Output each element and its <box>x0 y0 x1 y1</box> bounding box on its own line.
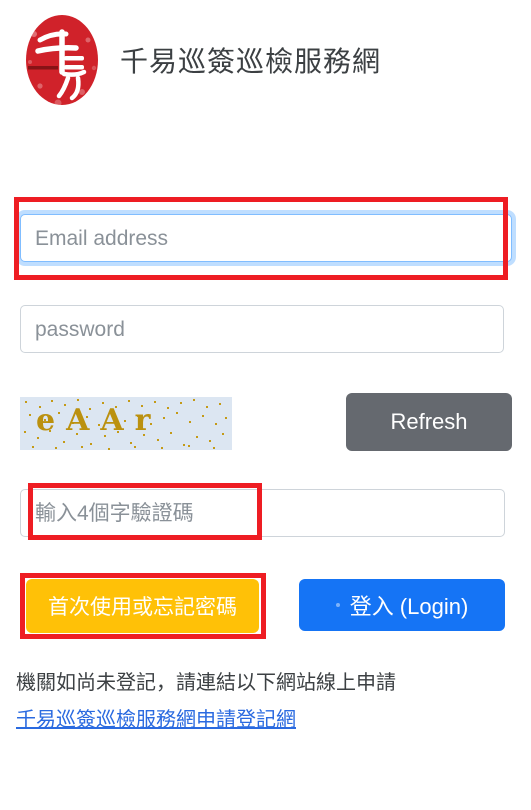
email-field[interactable]: Email address <box>20 214 512 262</box>
captcha-image[interactable]: eAAr <box>20 397 232 450</box>
captcha-row: eAAr Refresh <box>20 393 512 453</box>
captcha-input[interactable]: 輸入4個字驗證碼 <box>20 489 505 537</box>
password-field[interactable]: password <box>20 305 504 353</box>
login-bullet-icon <box>335 603 340 607</box>
login-button-label: 登入 (Login) <box>349 594 469 619</box>
login-page: 千易巡簽巡檢服務網 Email address password eAAr Re… <box>0 0 531 810</box>
registration-link[interactable]: 千易巡簽巡檢服務網申請登記網 <box>16 703 296 732</box>
registration-note: 機關如尚未登記，請連結以下網站線上申請 <box>16 672 396 694</box>
refresh-captcha-button[interactable]: Refresh <box>346 393 512 451</box>
seal-stamp-logo-icon <box>12 5 112 115</box>
forgot-password-button[interactable]: 首次使用或忘記密碼 <box>26 579 259 633</box>
password-field-placeholder: password <box>35 317 125 341</box>
page-title: 千易巡簽巡檢服務網 <box>120 46 382 77</box>
page-header: 千易巡簽巡檢服務網 <box>0 0 531 120</box>
captcha-input-placeholder: 輸入4個字驗證碼 <box>35 501 194 525</box>
login-button[interactable]: 登入 (Login) <box>299 579 505 631</box>
email-field-placeholder: Email address <box>35 226 169 250</box>
captcha-challenge-text: eAAr <box>36 403 162 438</box>
